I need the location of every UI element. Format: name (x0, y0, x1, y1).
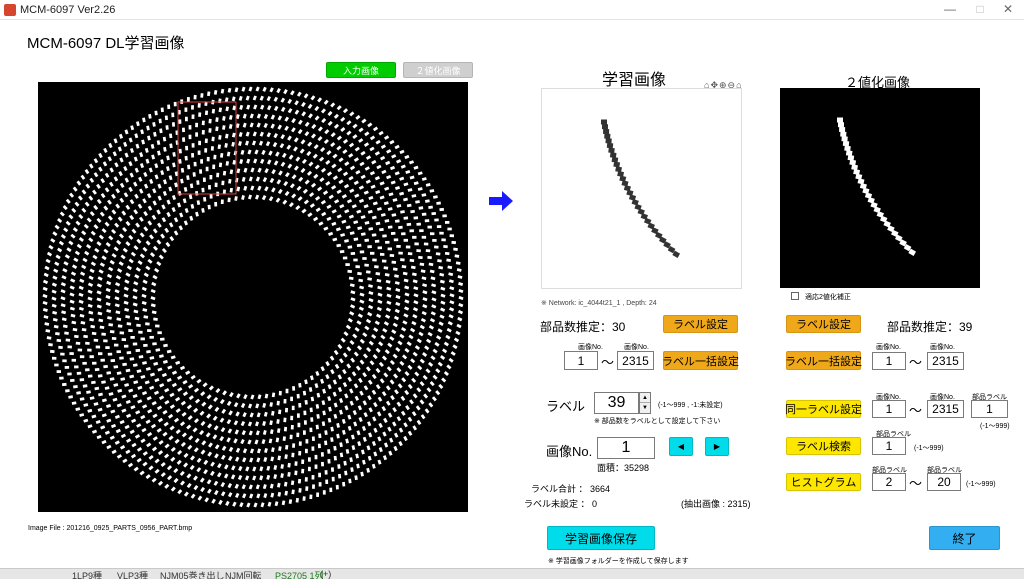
label-note: ※ 部品数をラベルとして設定して下さい (594, 418, 721, 425)
spin-up-icon[interactable]: ▲ (640, 393, 650, 403)
parts-estimate-learning: 部品数推定：30 (540, 320, 626, 334)
histogram-button[interactable]: ヒストグラム (786, 473, 861, 491)
next-image-button[interactable]: ▶ (705, 437, 729, 456)
img-no-from-input[interactable]: 1 (564, 351, 598, 370)
bottom-tab-strip: 1LP9種 VLP3種 NJM05巻き出し NJM回転 PS2705 1列 (+… (0, 568, 1024, 579)
spin-down-icon[interactable]: ▼ (640, 403, 650, 413)
search-range: (-1～999) (914, 445, 944, 452)
tab-5[interactable]: PS2705 1列 (275, 569, 324, 579)
label-value-input[interactable]: 39 (594, 392, 639, 414)
binary-label-bulk-button[interactable]: ラベル一括設定 (785, 351, 862, 370)
img-no-to-input[interactable]: 2315 (617, 351, 654, 370)
binary-img-no-from-caption: 画像No. (876, 344, 901, 351)
label-title: ラベル (546, 399, 586, 414)
minimize-icon[interactable]: — (940, 2, 960, 18)
extracted-count-text: (抽出画像 : 2315) (681, 499, 751, 509)
same-label-input[interactable]: 1 (971, 400, 1008, 418)
search-label-input[interactable]: 1 (872, 437, 906, 455)
binary-label-setting-button[interactable]: ラベル設定 (786, 315, 861, 333)
same-label-setting-button[interactable]: 同一ラベル設定 (785, 400, 862, 418)
hist-to-input[interactable]: 20 (927, 473, 961, 491)
next-arrow-icon: ▶ (713, 442, 721, 451)
area-text: 面積：35298 (597, 463, 650, 473)
image-no-title: 画像No. (546, 444, 593, 459)
input-image-toggle[interactable]: 入力画像 (326, 62, 396, 78)
same-to-input[interactable]: 2315 (927, 400, 964, 418)
tab-2[interactable]: VLP3種 (117, 569, 148, 579)
binary-image-panel[interactable] (780, 88, 980, 288)
tab-6[interactable]: (+) (320, 569, 331, 579)
hist-from-input[interactable]: 2 (872, 473, 906, 491)
parts-estimate-binary: 部品数推定：39 (887, 320, 973, 334)
label-spinner[interactable]: ▲ ▼ (639, 392, 651, 414)
label-setting-button[interactable]: ラベル設定 (663, 315, 738, 333)
adaptive-binarize-label: 適応2値化補正 (805, 294, 851, 301)
learning-image-title: 学習画像 (602, 72, 667, 89)
close-icon[interactable]: ✕ (998, 2, 1018, 18)
parts-disk-image (42, 86, 464, 508)
same-from-input[interactable]: 1 (872, 400, 906, 418)
right-arrow-icon (489, 191, 513, 211)
prev-arrow-icon: ◀ (677, 442, 685, 451)
save-learning-image-button[interactable]: 学習画像保存 (547, 526, 655, 550)
same-label-range: (-1～999) (980, 423, 1010, 430)
tab-4[interactable]: NJM回転 (225, 569, 262, 579)
binary-tilde: ～ (909, 355, 923, 370)
image-file-label: Image File : 201216_0925_PARTS_0956_PART… (28, 525, 193, 532)
adaptive-binarize-checkbox[interactable] (791, 292, 799, 300)
tab-1[interactable]: 1LP9種 (72, 569, 102, 579)
window-title: MCM-6097 Ver2.26 (20, 4, 116, 16)
tilde-separator: ～ (601, 355, 615, 370)
input-image-panel[interactable] (38, 82, 468, 512)
label-bulk-setting-button[interactable]: ラベル一括設定 (662, 351, 739, 370)
app-icon (4, 4, 16, 16)
save-note: ※ 学習画像フォルダーを作成して保存します (548, 558, 689, 565)
hist-tilde: ～ (909, 476, 923, 491)
binary-img-no-to-input[interactable]: 2315 (927, 352, 964, 370)
learning-part-image (601, 119, 681, 258)
maximize-icon[interactable]: □ (970, 2, 990, 18)
prev-image-button[interactable]: ◀ (669, 437, 693, 456)
exit-button[interactable]: 終了 (929, 526, 1000, 550)
learning-image-panel[interactable] (541, 88, 742, 289)
label-total-text: ラベル合計 ： 3664 (531, 484, 611, 494)
binary-img-no-to-caption: 画像No. (930, 344, 955, 351)
tab-3[interactable]: NJM05巻き出し (160, 569, 225, 579)
label-range-note: (-1～999 , -1:未設定) (658, 402, 723, 409)
hist-range: (-1～999) (966, 481, 996, 488)
window-titlebar: MCM-6097 Ver2.26 — □ ✕ (0, 0, 1024, 20)
label-unset-text: ラベル未設定 ： 0 (524, 499, 598, 509)
binary-part-image (837, 117, 917, 256)
same-tilde: ～ (909, 403, 923, 418)
image-no-input[interactable]: 1 (597, 437, 655, 459)
app-title: MCM-6097 DL学習画像 (27, 35, 185, 52)
binary-img-no-from-input[interactable]: 1 (872, 352, 906, 370)
binary-image-toggle[interactable]: ２値化画像 (403, 62, 473, 78)
label-search-button[interactable]: ラベル検索 (786, 437, 861, 455)
network-info: ※ Network: ic_4044t21_1 , Depth: 24 (541, 300, 657, 307)
